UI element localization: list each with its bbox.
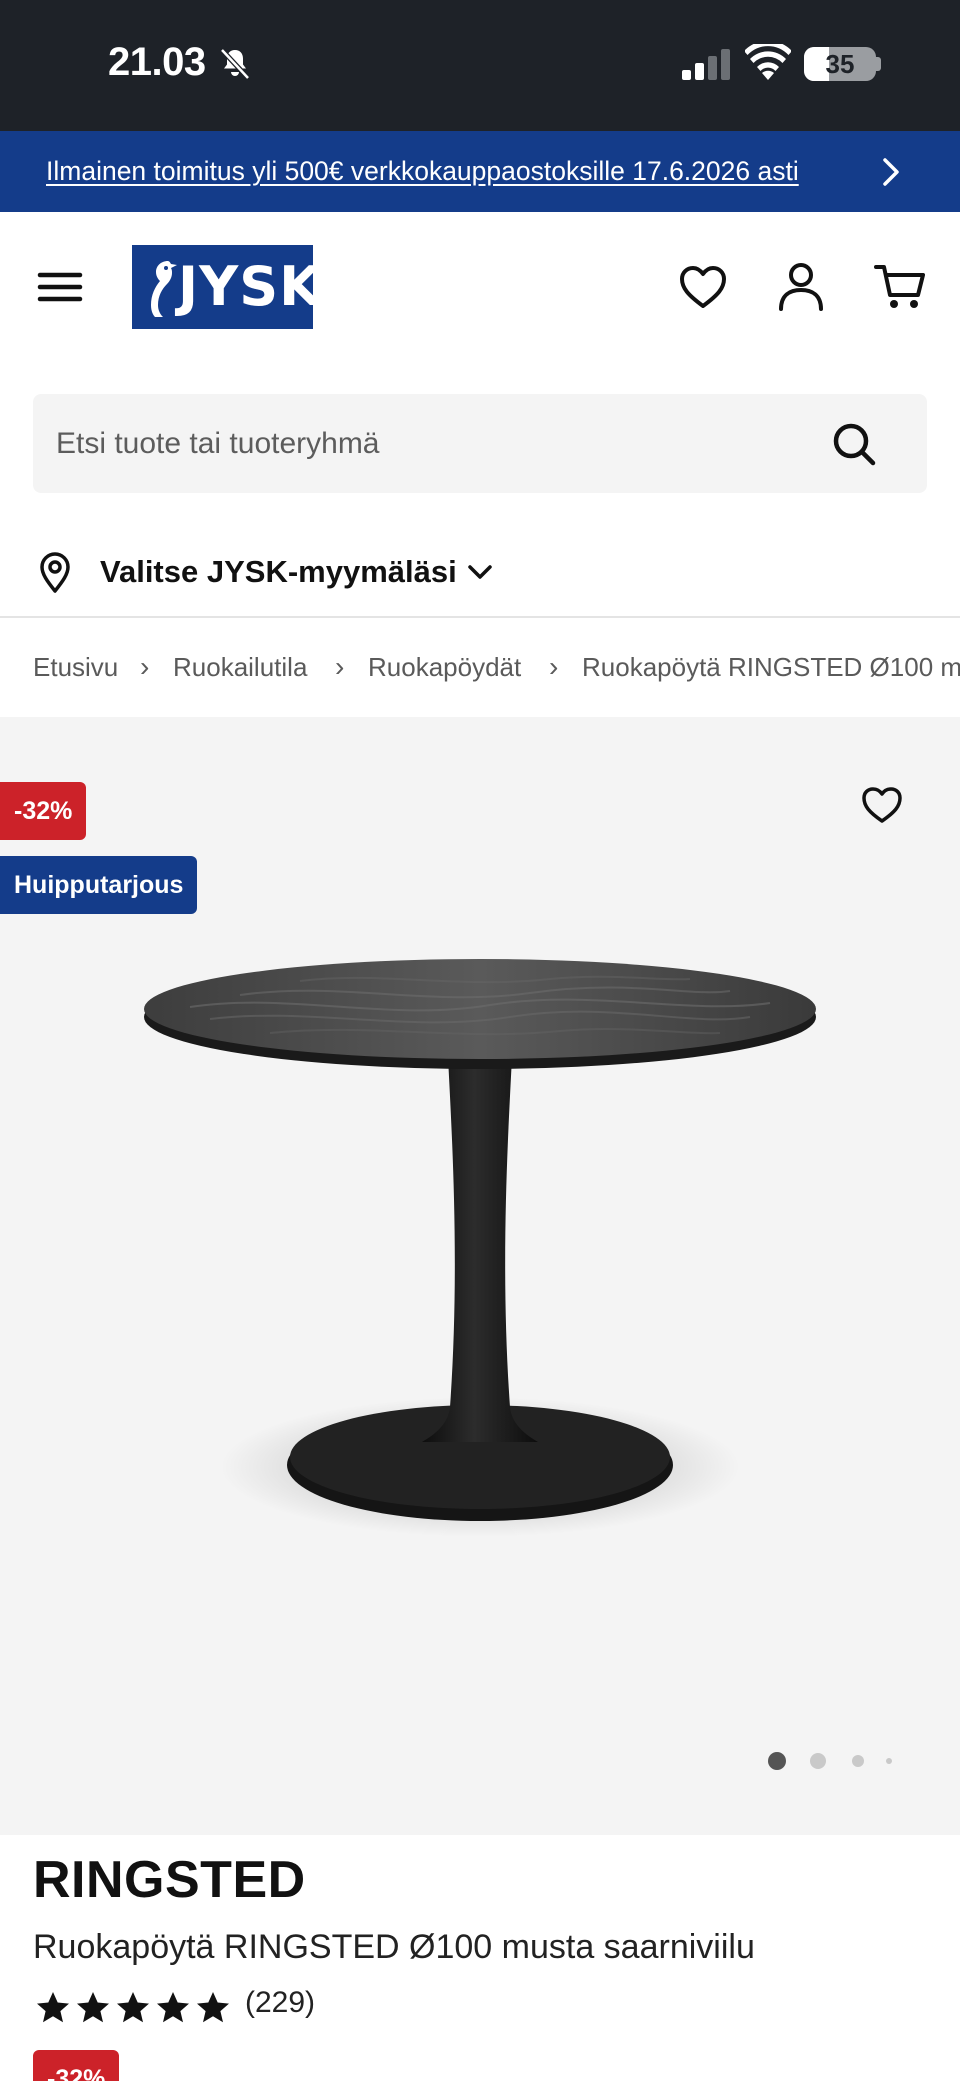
discount-badge: -32% [0,782,87,840]
product-brand: RINGSTED [33,1851,306,1909]
star-icon [37,1992,69,2023]
product-image-dining-table[interactable] [130,937,830,1577]
status-bar: 21.03 35 [0,0,960,131]
breadcrumb-item-dining-tables[interactable]: Ruokapöydät [368,619,521,715]
review-count[interactable]: (229) [245,1986,315,2020]
image-pagination[interactable] [768,1749,898,1773]
promo-link[interactable]: Ilmainen toimitus yli 500€ verkkokauppao… [46,131,799,212]
store-selector-label[interactable]: Valitse JYSK-myymäläsi [100,520,457,624]
product-title: Ruokapöytä RINGSTED Ø100 musta saarnivii… [33,1928,755,1966]
search-input[interactable]: Etsi tuote tai tuoteryhmä [56,394,380,493]
breadcrumb-item-dining[interactable]: Ruokailutila [173,619,307,715]
breadcrumb: Etusivu › Ruokailutila › Ruokapöydät › R… [0,619,960,717]
battery-tip [876,57,881,71]
star-icon [157,1992,189,2023]
breadcrumb-item-current: Ruokapöytä RINGSTED Ø100 musta saarnivii… [582,652,960,682]
pagination-dot[interactable] [886,1758,892,1764]
product-image-gallery[interactable]: -32% Huipputarjous [0,717,960,1835]
breadcrumb-item-home[interactable]: Etusivu [33,619,118,715]
rating-stars[interactable] [33,1988,233,2028]
star-half-icon [197,1992,229,2023]
star-icon [77,1992,109,2023]
site-header: JYSK [0,212,960,362]
signal-icon [682,49,730,80]
chevron-right-icon[interactable] [876,155,906,189]
chevron-down-icon[interactable] [466,560,494,584]
user-account-icon[interactable] [776,261,826,313]
location-pin-icon [40,552,70,593]
breadcrumb-separator: › [549,651,559,682]
jysk-logo[interactable]: JYSK [132,245,321,329]
bell-muted-icon [220,48,250,80]
logo-text: JYSK [178,255,322,318]
add-to-wishlist-heart-icon[interactable] [860,785,904,825]
pagination-dot[interactable] [810,1753,826,1769]
breadcrumb-separator: › [335,651,345,682]
star-icon [117,1992,149,2023]
breadcrumb-separator: › [140,651,150,682]
wishlist-heart-icon[interactable] [678,264,728,310]
pagination-dot[interactable] [852,1755,864,1767]
offer-badge: Huipputarjous [0,856,198,914]
search-bar[interactable]: Etsi tuote tai tuoteryhmä [33,394,927,493]
store-selector[interactable]: Valitse JYSK-myymäläsi [0,520,960,618]
pagination-dot-active[interactable] [768,1752,786,1770]
wifi-icon [745,44,791,80]
promo-banner[interactable]: Ilmainen toimitus yli 500€ verkkokauppao… [0,131,960,212]
discount-badge-bottom: -32% [33,2050,120,2081]
shopping-cart-icon[interactable] [874,262,926,312]
battery-level: 35 [825,49,855,79]
search-icon[interactable] [830,420,878,468]
status-time: 21.03 [108,40,206,84]
jysk-bird-icon [151,261,177,317]
battery-indicator: 35 [804,47,876,81]
hamburger-menu-icon[interactable] [36,267,84,307]
